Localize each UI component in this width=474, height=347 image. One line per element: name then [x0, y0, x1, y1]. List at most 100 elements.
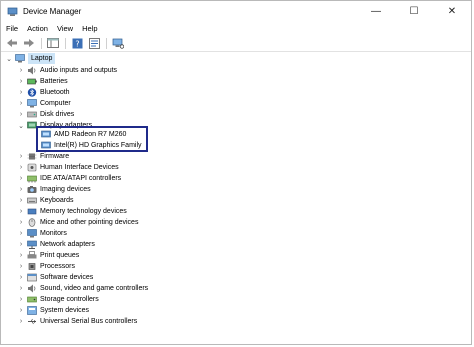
- tree-item[interactable]: › Software devices: [17, 272, 93, 283]
- chevron-right-icon[interactable]: ›: [17, 228, 25, 239]
- device-tree: ⌄ Laptop › Audio inputs and outputs › Ba…: [1, 52, 471, 344]
- tree-item[interactable]: › Processors: [17, 261, 75, 272]
- speaker-icon: [27, 284, 37, 293]
- tree-item-label: Storage controllers: [40, 296, 99, 303]
- tree-item[interactable]: › Batteries: [17, 76, 68, 87]
- tree-item-label: System devices: [40, 307, 90, 314]
- menu-view[interactable]: View: [57, 24, 73, 33]
- tree-item[interactable]: › Network adapters: [17, 239, 95, 250]
- tree-item[interactable]: › Memory technology devices: [17, 206, 127, 217]
- tree-item[interactable]: › Print queues: [17, 250, 79, 261]
- chevron-right-icon[interactable]: ›: [17, 184, 25, 195]
- tree-item-label: Disk drives: [40, 111, 75, 118]
- tree-item[interactable]: › Keyboards: [17, 195, 74, 206]
- chevron-right-icon[interactable]: ›: [17, 173, 25, 184]
- tree-item-label: Computer: [40, 100, 71, 107]
- software-icon: [27, 273, 37, 282]
- processor-icon: [27, 262, 37, 271]
- tree-item[interactable]: › Sound, video and game controllers: [17, 283, 148, 294]
- speaker-icon: [27, 66, 37, 75]
- chevron-right-icon[interactable]: ›: [17, 250, 25, 261]
- forward-arrow-icon[interactable]: [22, 37, 36, 49]
- chevron-right-icon[interactable]: ›: [17, 109, 25, 120]
- chevron-down-icon[interactable]: ⌄: [17, 120, 25, 131]
- tree-item-label: Print queues: [40, 252, 80, 259]
- chevron-right-icon[interactable]: ›: [17, 217, 25, 228]
- tree-item-label: Network adapters: [40, 241, 95, 248]
- device-manager-window: Device Manager — ☐ ✕ File Action View He…: [0, 0, 472, 345]
- tree-item[interactable]: › Universal Serial Bus controllers: [17, 316, 137, 327]
- tree-item-label: Human Interface Devices: [40, 164, 119, 171]
- toolbar-separator: [65, 37, 66, 49]
- chevron-right-icon[interactable]: ›: [17, 162, 25, 173]
- toolbar-separator: [106, 37, 107, 49]
- chevron-right-icon[interactable]: ›: [17, 76, 25, 87]
- computer-icon: [15, 54, 25, 63]
- show-hide-console-tree-icon[interactable]: [46, 37, 60, 49]
- bluetooth-icon: [27, 88, 37, 97]
- system-icon: [27, 306, 37, 315]
- battery-icon: [27, 77, 37, 86]
- chevron-right-icon[interactable]: ›: [17, 195, 25, 206]
- tree-item[interactable]: › Mice and other pointing devices: [17, 217, 138, 228]
- camera-icon: [27, 185, 37, 194]
- menu-help[interactable]: Help: [82, 24, 97, 33]
- monitor-icon: [27, 229, 37, 238]
- tree-item-label: Software devices: [40, 274, 94, 281]
- chevron-down-icon[interactable]: ⌄: [5, 53, 13, 64]
- chevron-right-icon[interactable]: ›: [17, 316, 25, 327]
- tree-item-label: Processors: [40, 263, 76, 270]
- tree-item-label: Batteries: [40, 78, 68, 85]
- tree-item-label: Bluetooth: [40, 89, 70, 96]
- tree-item-label: Audio inputs and outputs: [40, 67, 118, 74]
- tree-root[interactable]: ⌄ Laptop: [5, 53, 56, 64]
- tree-item[interactable]: › Firmware: [17, 151, 69, 162]
- chevron-right-icon[interactable]: ›: [17, 87, 25, 98]
- tree-item[interactable]: › Computer: [17, 98, 71, 109]
- minimize-button[interactable]: —: [357, 1, 395, 21]
- menu-bar: File Action View Help: [1, 21, 471, 35]
- network-icon: [27, 240, 37, 249]
- tree-item[interactable]: › Audio inputs and outputs: [17, 65, 117, 76]
- chevron-right-icon[interactable]: ›: [17, 65, 25, 76]
- controller-icon: [27, 174, 37, 183]
- tree-item-label: Universal Serial Bus controllers: [40, 318, 138, 325]
- tree-root-label: Laptop: [28, 53, 56, 64]
- chevron-right-icon[interactable]: ›: [17, 283, 25, 294]
- tree-item[interactable]: › Monitors: [17, 228, 67, 239]
- chevron-right-icon[interactable]: ›: [17, 294, 25, 305]
- highlight-box: [36, 126, 148, 152]
- chevron-right-icon[interactable]: ›: [17, 206, 25, 217]
- tree-item[interactable]: › Human Interface Devices: [17, 162, 119, 173]
- computer-icon: [27, 99, 37, 108]
- printer-icon: [27, 251, 37, 260]
- scan-hardware-icon[interactable]: [111, 37, 125, 49]
- svg-text:?: ?: [75, 39, 79, 48]
- menu-file[interactable]: File: [6, 24, 18, 33]
- tree-item[interactable]: › Imaging devices: [17, 184, 91, 195]
- tree-item-label: Memory technology devices: [40, 208, 127, 215]
- chevron-right-icon[interactable]: ›: [17, 261, 25, 272]
- tree-item[interactable]: › System devices: [17, 305, 89, 316]
- chevron-right-icon[interactable]: ›: [17, 239, 25, 250]
- chevron-right-icon[interactable]: ›: [17, 98, 25, 109]
- hid-icon: [27, 163, 37, 172]
- properties-icon[interactable]: [87, 37, 101, 49]
- close-button[interactable]: ✕: [433, 1, 471, 21]
- toolbar: ?: [1, 35, 471, 52]
- title-bar[interactable]: Device Manager — ☐ ✕: [1, 1, 471, 21]
- help-icon[interactable]: ?: [70, 37, 84, 49]
- tree-item-label: Sound, video and game controllers: [40, 285, 149, 292]
- chevron-right-icon[interactable]: ›: [17, 151, 25, 162]
- tree-item[interactable]: › Disk drives: [17, 109, 74, 120]
- tree-item[interactable]: › Bluetooth: [17, 87, 70, 98]
- tree-item-label: IDE ATA/ATAPI controllers: [40, 175, 122, 182]
- back-arrow-icon[interactable]: [5, 37, 19, 49]
- maximize-button[interactable]: ☐: [395, 1, 433, 21]
- menu-action[interactable]: Action: [27, 24, 48, 33]
- tree-item[interactable]: › IDE ATA/ATAPI controllers: [17, 173, 121, 184]
- tree-item[interactable]: › Storage controllers: [17, 294, 99, 305]
- chevron-right-icon[interactable]: ›: [17, 305, 25, 316]
- window-title: Device Manager: [23, 6, 82, 16]
- chevron-right-icon[interactable]: ›: [17, 272, 25, 283]
